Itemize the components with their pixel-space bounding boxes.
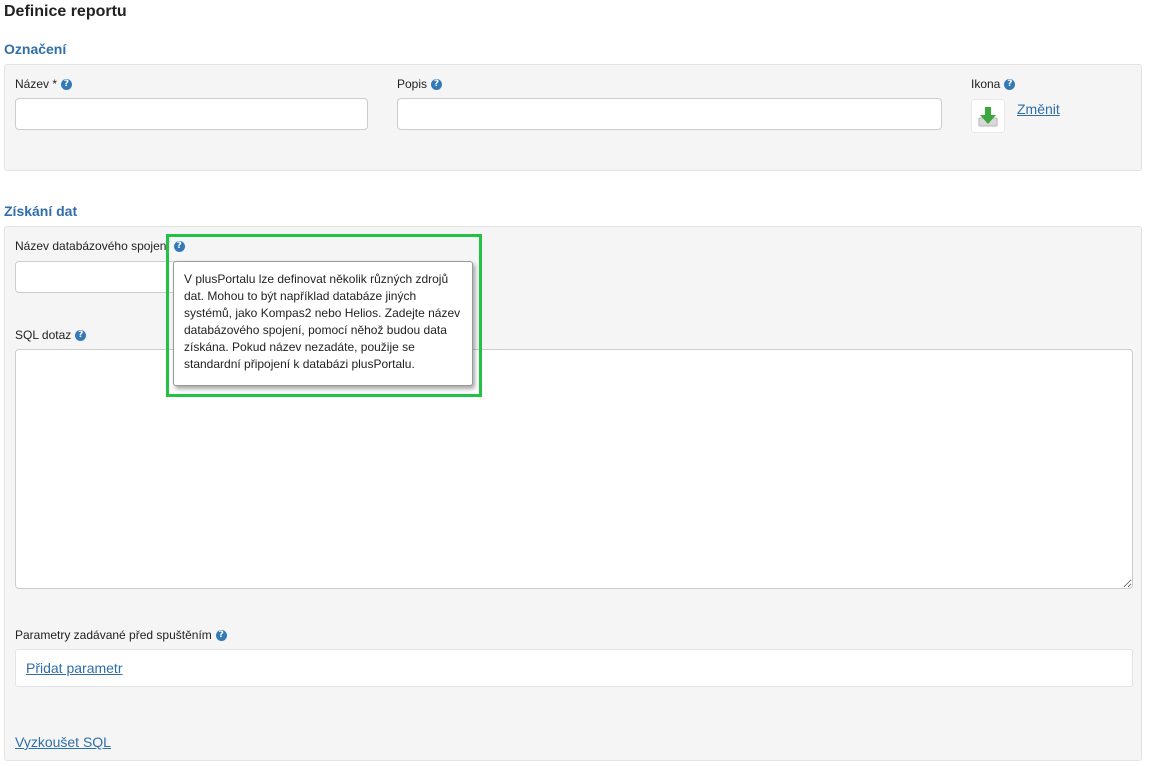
connection-label-text: Název databázového spojení: [15, 239, 170, 253]
oznaceni-panel: Název * ? Popis ? Ikona ? Změnit: [4, 64, 1142, 171]
question-circle-icon[interactable]: ?: [1004, 78, 1016, 90]
ikona-label: Ikona ?: [971, 77, 1016, 91]
question-circle-icon[interactable]: ?: [173, 240, 185, 252]
connection-label: Název databázového spojení ?: [15, 239, 185, 253]
ikona-label-text: Ikona: [971, 77, 1001, 91]
popis-label: Popis ?: [397, 77, 443, 91]
section-title-ziskani-dat: Získání dat: [4, 203, 78, 219]
add-param-link[interactable]: Přidat parametr: [26, 660, 122, 676]
zmenit-link[interactable]: Změnit: [1017, 101, 1060, 117]
connection-help-tooltip: V plusPortalu lze definovat několik různ…: [173, 261, 473, 386]
download-arrow-icon: [971, 99, 1005, 133]
sql-label: SQL dotaz ?: [15, 328, 87, 342]
question-circle-icon[interactable]: ?: [61, 78, 73, 90]
report-definition-page: Definice reportu Označení Název * ? Popi…: [0, 0, 1151, 766]
page-title: Definice reportu: [4, 3, 127, 20]
params-label-text: Parametry zadávané před spuštěním: [15, 628, 212, 642]
nazev-label-text: Název *: [15, 77, 58, 91]
question-circle-icon[interactable]: ?: [215, 629, 227, 641]
test-sql-link[interactable]: Vyzkoušet SQL: [15, 734, 111, 750]
section-title-oznaceni: Označení: [4, 41, 67, 57]
nazev-label: Název * ?: [15, 77, 73, 91]
params-box: Přidat parametr: [15, 649, 1133, 687]
params-label: Parametry zadávané před spuštěním ?: [15, 628, 227, 642]
nazev-input[interactable]: [15, 98, 368, 130]
popis-label-text: Popis: [397, 77, 428, 91]
popis-input[interactable]: [397, 98, 942, 130]
question-circle-icon[interactable]: ?: [75, 329, 87, 341]
question-circle-icon[interactable]: ?: [431, 78, 443, 90]
sql-label-text: SQL dotaz: [15, 328, 72, 342]
